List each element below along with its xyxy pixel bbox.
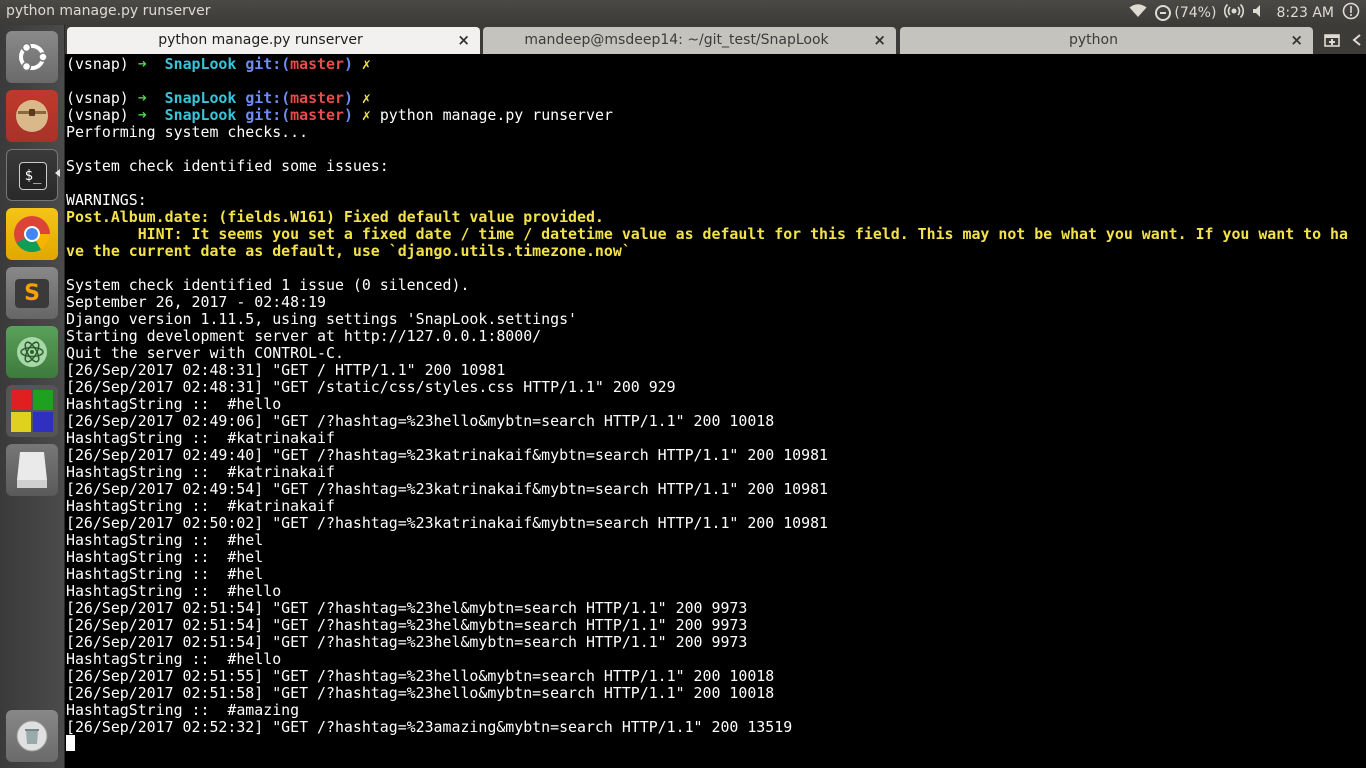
wifi-icon[interactable] (1129, 3, 1147, 22)
terminal-line: [26/Sep/2017 02:50:02] "GET /?hashtag=%2… (66, 514, 829, 532)
terminal-line: Django version 1.11.5, using settings 'S… (66, 310, 578, 328)
launcher-item-chrome[interactable] (6, 208, 58, 260)
terminal-line: HashtagString :: #hello (66, 395, 282, 413)
sublime-icon: S (6, 267, 58, 319)
terminal-line: HashtagString :: #hel (66, 565, 264, 583)
launcher-item-workspace-switcher[interactable] (6, 385, 58, 437)
terminal-line: [26/Sep/2017 02:51:55] "GET /?hashtag=%2… (66, 667, 775, 685)
volume-icon[interactable] (1252, 4, 1268, 22)
tab-label: python (1069, 32, 1118, 48)
terminal-output[interactable]: (vsnap) ➜ SnapLook git:(master) ✗ (vsnap… (65, 54, 1366, 768)
clock[interactable]: 8:23 AM (1276, 5, 1334, 21)
terminal-cursor (66, 735, 75, 751)
terminal-tab-bar: python manage.py runserver × mandeep@msd… (65, 25, 1366, 54)
atom-icon (6, 326, 58, 378)
terminal-line: HashtagString :: #katrinakaif (66, 463, 335, 481)
top-panel: python manage.py runserver (74%) 8:23 AM (0, 0, 1366, 25)
tabs-menu-button[interactable] (1350, 28, 1364, 52)
close-icon[interactable]: × (873, 31, 886, 49)
terminal-line: [26/Sep/2017 02:49:54] "GET /?hashtag=%2… (66, 480, 829, 498)
terminal-line: Starting development server at http://12… (66, 327, 542, 345)
terminal-line: [26/Sep/2017 02:51:58] "GET /?hashtag=%2… (66, 684, 775, 702)
tab-snaplook-shell[interactable]: mandeep@msdeep14: ~/git_test/SnapLook × (483, 27, 896, 54)
trash-icon (6, 710, 58, 762)
terminal-line: HashtagString :: #hello (66, 582, 282, 600)
drive-icon (6, 444, 58, 496)
ubuntu-logo-icon (6, 31, 58, 83)
window-title: python manage.py runserver (6, 3, 211, 19)
terminal-line-warning: ve the current date as default, use `dja… (66, 242, 631, 260)
terminal-line: Quit the server with CONTROL-C. (66, 344, 344, 362)
terminal-line: WARNINGS: (66, 191, 147, 209)
terminal-line: HashtagString :: #amazing (66, 701, 300, 719)
terminal-line: System check identified some issues: (66, 157, 389, 175)
launcher-item-files[interactable] (6, 90, 58, 142)
terminal-line: [26/Sep/2017 02:49:40] "GET /?hashtag=%2… (66, 446, 829, 464)
new-tab-button[interactable] (1320, 28, 1346, 52)
tab-python[interactable]: python × (900, 27, 1313, 54)
launcher-item-terminal[interactable]: $_ (6, 149, 58, 201)
terminal-line: HashtagString :: #hello (66, 650, 282, 668)
launcher: $_ S (0, 25, 65, 768)
close-icon[interactable]: × (457, 31, 470, 49)
workspaces-icon (6, 385, 58, 437)
launcher-item-trash[interactable] (6, 710, 58, 762)
indicator-area: (74%) 8:23 AM (1129, 0, 1360, 25)
chevron-left-icon (1352, 34, 1361, 46)
new-tab-icon (1324, 34, 1340, 47)
terminal-line: [26/Sep/2017 02:51:54] "GET /?hashtag=%2… (66, 599, 748, 617)
terminal-line: Performing system checks... (66, 123, 309, 141)
chrome-icon (6, 208, 58, 260)
archive-icon (6, 90, 58, 142)
terminal-line: [26/Sep/2017 02:52:32] "GET /?hashtag=%2… (66, 718, 793, 736)
terminal-line: [26/Sep/2017 02:48:31] "GET /static/css/… (66, 378, 676, 396)
command-text: python manage.py runserver (379, 106, 613, 124)
terminal-line: [26/Sep/2017 02:49:06] "GET /?hashtag=%2… (66, 412, 775, 430)
terminal-line: HashtagString :: #katrinakaif (66, 429, 335, 447)
terminal-line: September 26, 2017 - 02:48:19 (66, 293, 326, 311)
launcher-item-sublime-text[interactable]: S (6, 267, 58, 319)
terminal-line-prompt: (vsnap) ➜ SnapLook git:(master) ✗ (66, 89, 380, 107)
close-icon[interactable]: × (1290, 31, 1303, 49)
terminal-line: System check identified 1 issue (0 silen… (66, 276, 470, 294)
terminal-line-warning: Post.Album.date: (fields.W161) Fixed def… (66, 208, 604, 226)
broadcast-icon[interactable] (1224, 1, 1245, 25)
launcher-item-dash-home[interactable] (6, 31, 58, 83)
terminal-line: HashtagString :: #hel (66, 531, 264, 549)
battery-percentage: (74%) (1174, 4, 1217, 21)
terminal-line: [26/Sep/2017 02:48:31] "GET / HTTP/1.1" … (66, 361, 506, 379)
terminal-line-prompt: (vsnap) ➜ SnapLook git:(master) ✗ (66, 55, 380, 73)
tab-label: python manage.py runserver (158, 32, 363, 48)
terminal-icon: $_ (7, 150, 59, 202)
terminal-line-warning: HINT: It seems you set a fixed date / ti… (66, 225, 1348, 243)
tab-runserver[interactable]: python manage.py runserver × (67, 27, 480, 54)
power-icon[interactable] (1342, 2, 1360, 24)
launcher-item-removable-drive[interactable] (6, 444, 58, 496)
terminal-focused-indicator (55, 169, 60, 177)
terminal-line: [26/Sep/2017 02:51:54] "GET /?hashtag=%2… (66, 633, 748, 651)
tab-label: mandeep@msdeep14: ~/git_test/SnapLook (524, 32, 829, 48)
battery-icon (1155, 4, 1172, 21)
terminal-line-prompt-command: (vsnap) ➜ SnapLook git:(master) ✗ python… (66, 106, 613, 124)
terminal-line: [26/Sep/2017 02:51:54] "GET /?hashtag=%2… (66, 616, 748, 634)
terminal-line: HashtagString :: #katrinakaif (66, 497, 335, 515)
terminal-line: HashtagString :: #hel (66, 548, 264, 566)
launcher-item-atom[interactable] (6, 326, 58, 378)
battery-indicator[interactable]: (74%) (1155, 4, 1217, 21)
